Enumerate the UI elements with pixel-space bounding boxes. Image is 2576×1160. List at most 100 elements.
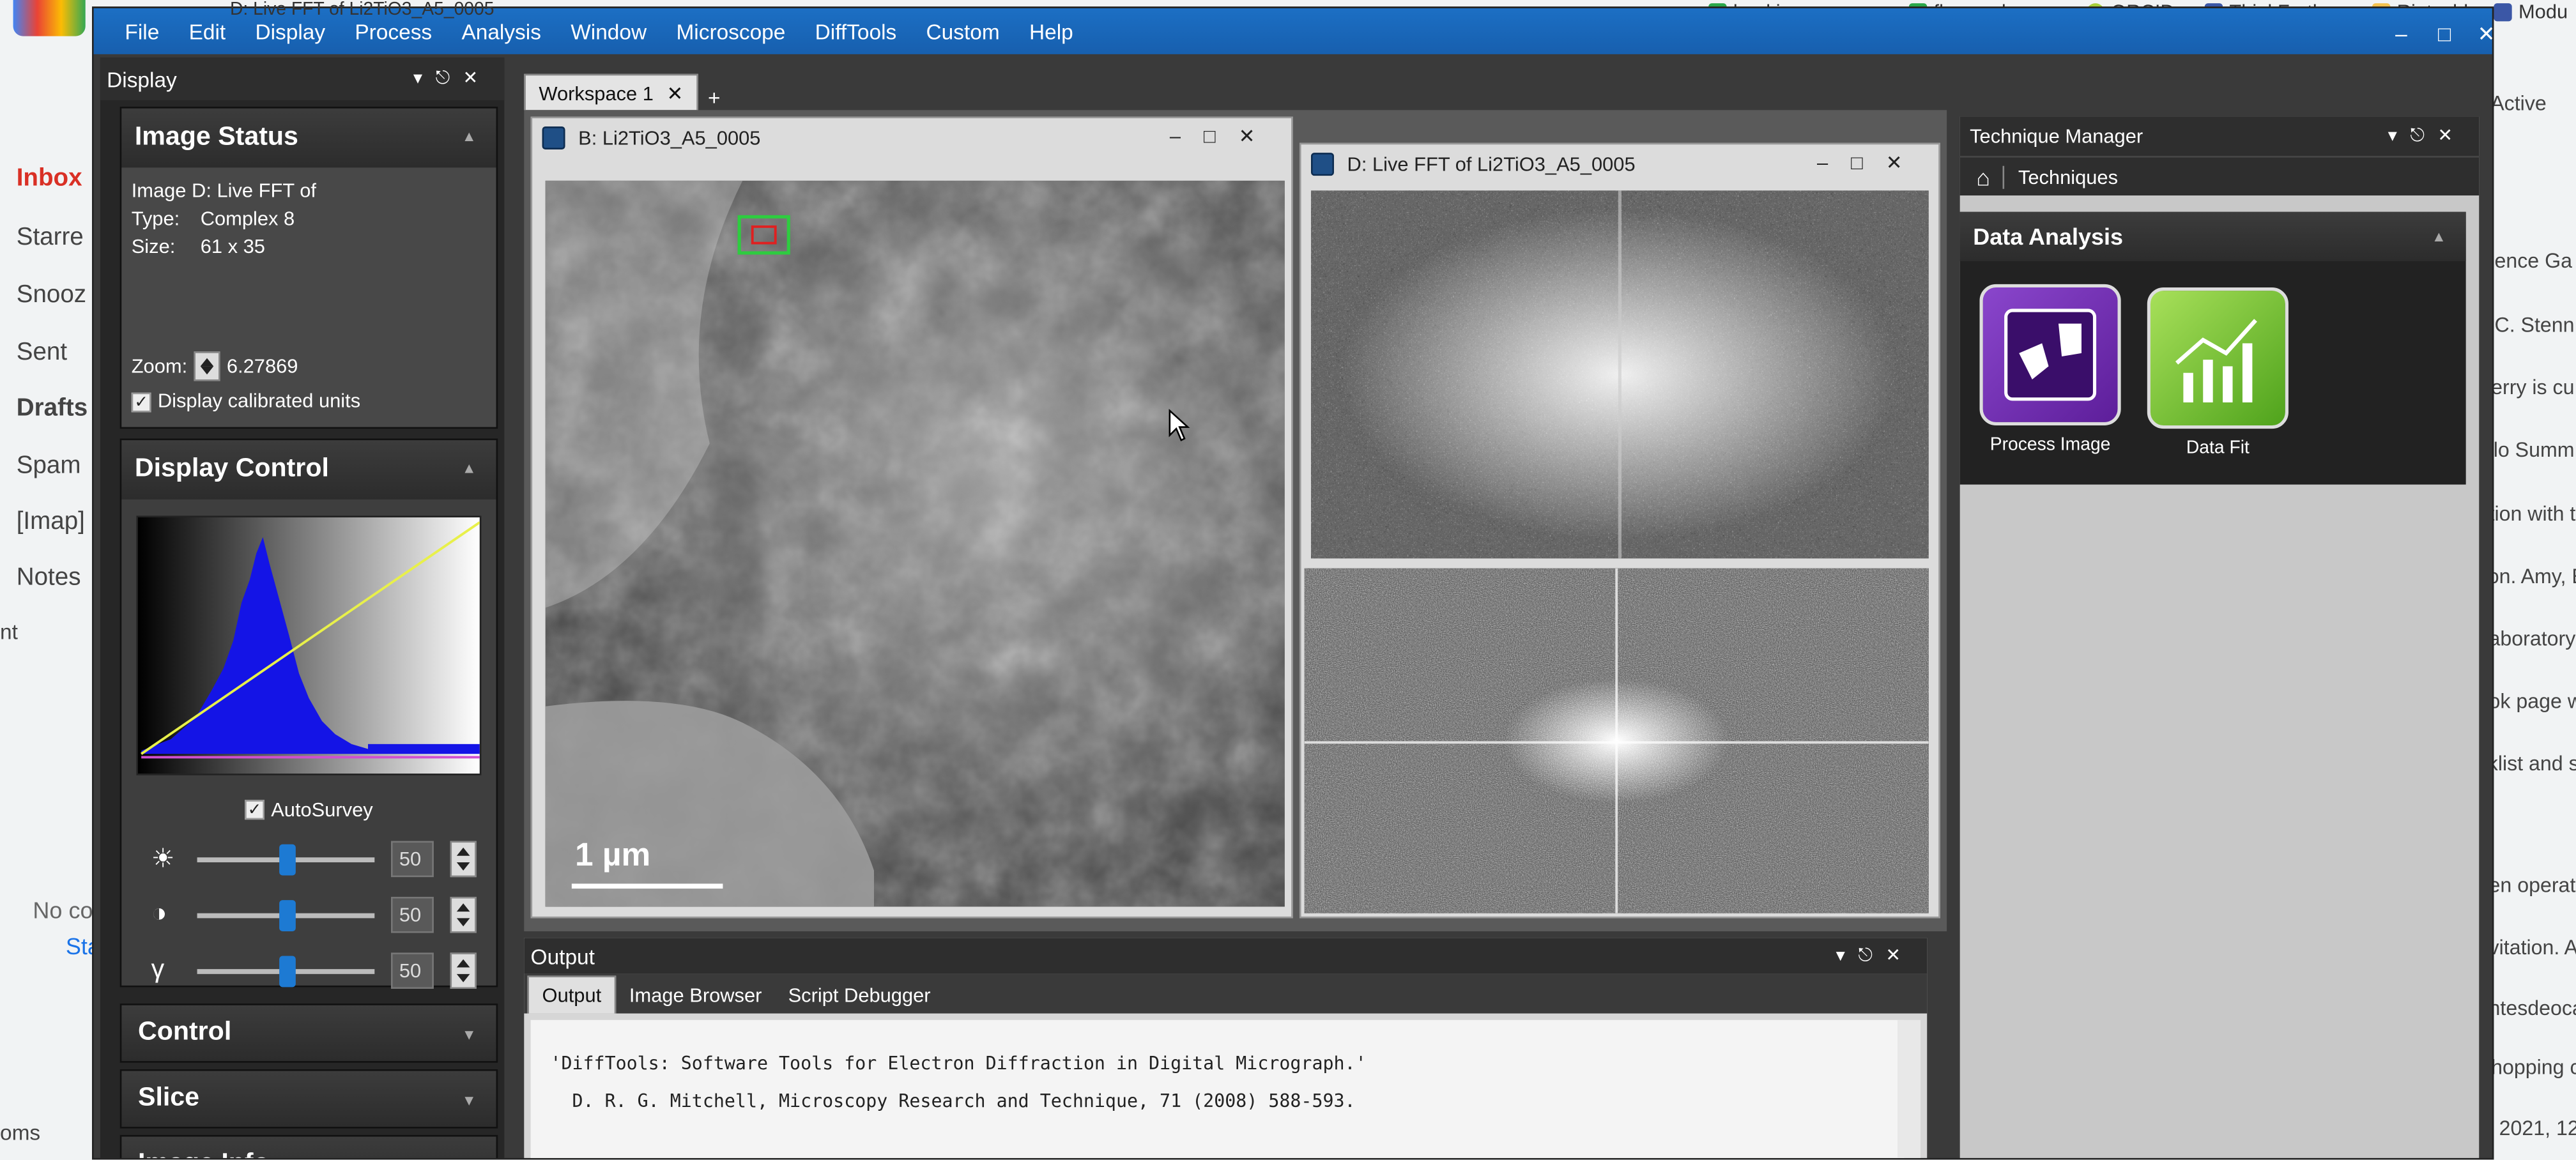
image-window-d[interactable]: D: Live FFT of Li2TiO3_A5_0005 –□✕ <box>1299 142 1940 919</box>
calibrated-units-checkbox[interactable]: ✓ <box>131 392 151 412</box>
fft-power-spectrum[interactable] <box>1304 568 1929 913</box>
fft-pixel-texture <box>1310 190 1929 559</box>
fft-noise-texture <box>1304 568 1929 913</box>
image-size-row: Size: 61 x 35 <box>131 234 265 258</box>
image-document-icon <box>542 126 565 149</box>
autosurvey-checkbox[interactable]: ✓ <box>245 800 264 820</box>
window-controls-icon[interactable]: –□✕ <box>1170 125 1278 148</box>
menu-file[interactable]: File <box>110 19 174 44</box>
image-window-b-titlebar[interactable]: B: Li2TiO3_A5_0005 –□✕ <box>532 118 1291 158</box>
menu-difftools[interactable]: DiffTools <box>801 19 912 44</box>
menu-microscope[interactable]: Microscope <box>661 19 800 44</box>
gmail-nav-drafts[interactable]: Drafts <box>17 394 88 422</box>
home-icon[interactable]: ⌂ <box>1976 164 1990 190</box>
gmail-nav-sent[interactable]: Sent <box>17 339 67 367</box>
data-fit-icon <box>2175 319 2257 402</box>
gamma-stepper[interactable] <box>450 952 477 989</box>
histogram[interactable] <box>136 515 482 775</box>
brightness-slider[interactable] <box>197 843 375 875</box>
image-window-d-titlebar[interactable]: D: Live FFT of Li2TiO3_A5_0005 –□✕ <box>1301 144 1939 184</box>
tem-image[interactable]: 1 µm <box>545 180 1285 907</box>
gmail-nav-notes[interactable]: Notes <box>17 563 81 591</box>
image-type-row: Type: Complex 8 <box>131 206 295 230</box>
process-image-tile[interactable] <box>1979 284 2121 425</box>
add-workspace-button[interactable]: + <box>708 86 721 111</box>
image-info-section-header[interactable]: Image Info▼ <box>119 1134 498 1160</box>
scale-bar-label: 1 µm <box>574 837 651 874</box>
gamma-icon: γ <box>151 956 165 984</box>
data-fit-tile[interactable] <box>2147 287 2288 429</box>
display-panel: Display ▾⎋✕ Image Status ▲ Image D: Live … <box>100 57 505 1160</box>
collapse-icon[interactable]: ▲ <box>462 128 477 145</box>
panel-controls-icon[interactable]: ▾⎋✕ <box>1836 945 1914 968</box>
window-controls-icon[interactable]: –□✕ <box>1817 151 1926 174</box>
tab-output[interactable]: Output <box>527 975 617 1014</box>
brightness-value[interactable]: 50 <box>390 841 434 878</box>
gmail-nav-starred[interactable]: Starre <box>17 224 84 252</box>
close-icon[interactable]: ✕ <box>2463 21 2492 47</box>
workspace-tabs: Workspace 1 ✕ + <box>524 73 721 111</box>
gmail-nav-snoozed[interactable]: Snooz <box>17 281 86 309</box>
image-window-b[interactable]: B: Li2TiO3_A5_0005 –□✕ 1 µm <box>530 116 1293 919</box>
gamma-value[interactable]: 50 <box>390 952 434 989</box>
gmail-nav-inbox[interactable]: Inbox <box>17 164 82 192</box>
technique-manager-panel: Technique Manager ▾⎋✕ ⌂ Techniques Data An… <box>1959 116 2480 1158</box>
collapse-icon[interactable]: ▲ <box>462 460 477 477</box>
menu-display[interactable]: Display <box>240 19 340 44</box>
window-title-fragment: D: Live FFT of Li2TiO3_A5_0005 <box>229 0 494 20</box>
panel-controls-icon[interactable]: ▾⎋✕ <box>2388 125 2466 148</box>
close-icon[interactable]: ✕ <box>667 81 684 104</box>
techniques-bar[interactable]: ⌂ Techniques <box>1959 156 2480 195</box>
menu-process[interactable]: Process <box>340 19 447 44</box>
contrast-value[interactable]: 50 <box>390 896 434 933</box>
contrast-stepper[interactable] <box>450 896 477 933</box>
contrast-row: ◑ 50 <box>132 887 486 943</box>
gmail-fragment: No co <box>33 896 93 924</box>
scale-bar <box>571 883 723 889</box>
maximize-icon[interactable]: □ <box>2423 21 2465 46</box>
menu-analysis[interactable]: Analysis <box>447 19 556 44</box>
zoom-stepper[interactable] <box>194 351 220 381</box>
image-status-section: Image Status ▲ Image D: Live FFT of Type:… <box>119 107 498 429</box>
image-document-icon <box>1310 153 1334 176</box>
gmail-nav-imap[interactable]: [Imap] <box>17 508 85 536</box>
panel-controls-icon[interactable]: ▾⎋✕ <box>413 67 491 90</box>
expand-icon[interactable]: ▼ <box>462 1158 477 1160</box>
menu-help[interactable]: Help <box>1015 19 1088 44</box>
technique-manager-title: Technique Manager ▾⎋✕ <box>1959 116 2480 156</box>
minimize-icon[interactable]: – <box>2380 21 2422 46</box>
collapse-icon[interactable]: ▲ <box>2432 228 2446 245</box>
display-control-header[interactable]: Display Control ▲ <box>121 440 496 500</box>
gamma-slider[interactable] <box>197 955 375 987</box>
tab-script-debugger[interactable]: Script Debugger <box>775 977 944 1014</box>
histogram-plot <box>141 521 480 759</box>
slice-section-header[interactable]: Slice ▼ <box>119 1069 498 1129</box>
tab-workspace-1[interactable]: Workspace 1 ✕ <box>524 73 698 111</box>
gmail-logo-icon <box>13 0 86 36</box>
fft-live-image[interactable] <box>1310 190 1929 559</box>
control-section-header[interactable]: Control ▼ <box>119 1004 498 1063</box>
expand-icon[interactable]: ▼ <box>462 1092 477 1109</box>
zoom-row: Zoom: 6.27869 <box>132 351 298 381</box>
image-name: Image D: Live FFT of <box>131 179 316 202</box>
expand-icon[interactable]: ▼ <box>462 1026 477 1043</box>
gmail-status-active[interactable]: Active <box>2490 92 2547 115</box>
tab-image-browser[interactable]: Image Browser <box>616 977 775 1014</box>
brightness-row: ☀ 50 <box>132 831 486 887</box>
data-analysis-header[interactable]: Data Analysis ▲ <box>1959 211 2466 261</box>
output-scrollbar[interactable] <box>1897 1019 1920 1158</box>
output-console[interactable]: 'DiffTools: Software Tools for Electron … <box>530 1019 1905 1158</box>
tem-texture <box>545 180 1285 907</box>
menu-custom[interactable]: Custom <box>911 19 1014 44</box>
image-status-header[interactable]: Image Status ▲ <box>121 108 496 168</box>
contrast-slider[interactable] <box>197 899 375 931</box>
menu-edit[interactable]: Edit <box>174 19 240 44</box>
gmail-nav-spam[interactable]: Spam <box>17 452 81 480</box>
menu-window[interactable]: Window <box>556 19 661 44</box>
gamma-row: γ 50 <box>132 943 486 998</box>
bookmark-modu[interactable]: Modu <box>2494 0 2568 23</box>
brightness-stepper[interactable] <box>450 841 477 878</box>
display-control-section: Display Control ▲ ✓ AutoSurvey ☀ 50 ◑ 50… <box>119 438 498 989</box>
zoom-value: 6.27869 <box>226 354 298 378</box>
display-panel-title: Display ▾⎋✕ <box>100 57 505 100</box>
